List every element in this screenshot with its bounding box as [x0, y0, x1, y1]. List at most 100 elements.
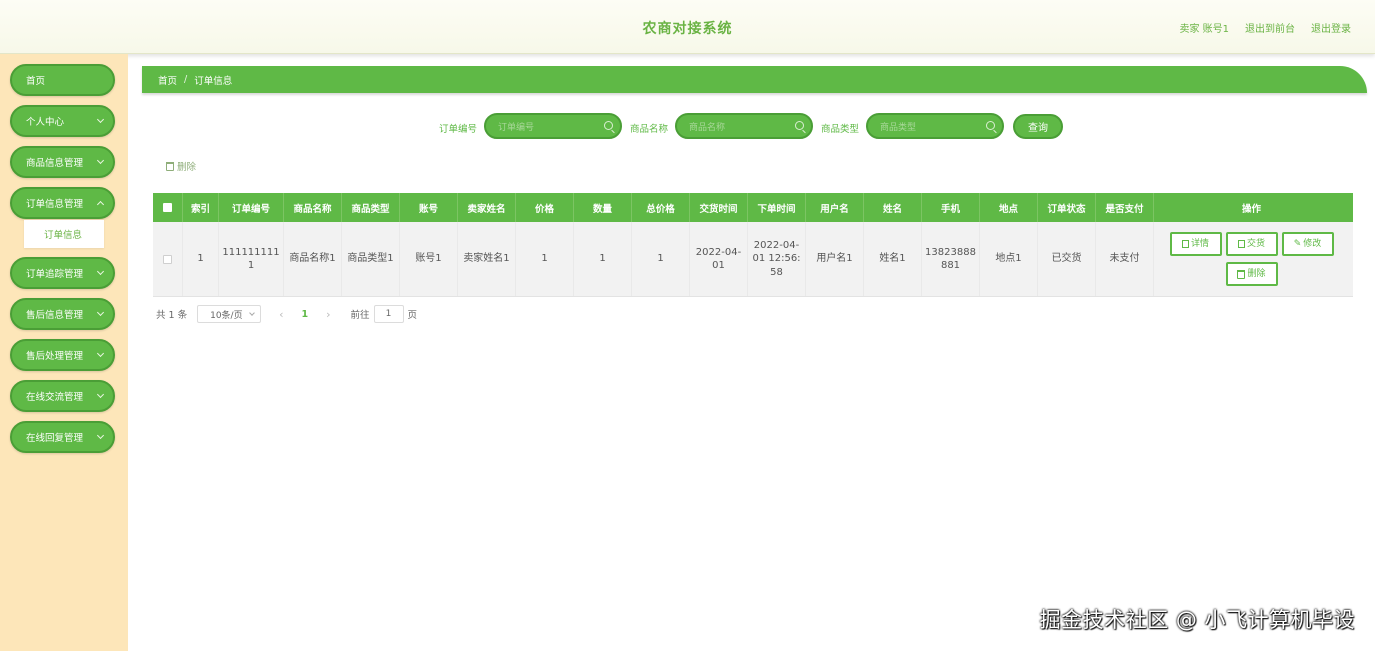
cell-order-time: 2022-04-01 12:56:58: [748, 222, 806, 296]
table-header: 交货时间: [690, 193, 748, 222]
sidebar-item-label: 售后处理管理: [26, 351, 84, 362]
sidebar-item-label: 在线回复管理: [26, 433, 84, 444]
cell-username: 用户名1: [806, 222, 864, 296]
cell-location: 地点1: [980, 222, 1038, 296]
sidebar: 首页 个人中心 商品信息管理 订单信息管理 订单信息 订单追踪管理 售后信息管理…: [0, 54, 128, 651]
page-size-value: 10条/页: [210, 310, 243, 321]
sidebar-item-online-reply[interactable]: 在线回复管理: [10, 421, 115, 453]
row-select-cell: [153, 222, 183, 296]
table-header: 价格: [516, 193, 574, 222]
trash-icon: [166, 161, 174, 171]
trash-icon: [1237, 269, 1246, 279]
table-header: 下单时间: [748, 193, 806, 222]
order-number-placeholder: 订单编号: [498, 122, 535, 133]
select-all-checkbox[interactable]: [163, 203, 172, 212]
goto-page-input[interactable]: 1: [373, 305, 404, 323]
sidebar-item-after-sales-info[interactable]: 售后信息管理: [10, 298, 115, 330]
table-header: 姓名: [864, 193, 922, 222]
cell-name: 姓名1: [864, 222, 922, 296]
row-checkbox[interactable]: [163, 254, 172, 264]
action-buttons: 详情 交货 ✎ 修改 删除: [1157, 232, 1346, 286]
order-number-input[interactable]: 订单编号: [484, 113, 622, 139]
page-size-select[interactable]: 10条/页: [197, 305, 262, 323]
sidebar-item-online-chat[interactable]: 在线交流管理: [10, 380, 115, 412]
chevron-down-icon: [96, 156, 105, 165]
chevron-down-icon: [249, 310, 255, 316]
cell-actions: 详情 交货 ✎ 修改 删除: [1154, 222, 1349, 296]
breadcrumb-current: 订单信息: [194, 75, 233, 87]
cell-index: 1: [183, 222, 219, 296]
cell-price: 1: [516, 222, 574, 296]
deliver-button[interactable]: 交货: [1225, 232, 1278, 256]
search-icon: [795, 121, 804, 130]
chevron-down-icon: [96, 308, 105, 317]
chevron-down-icon: [96, 267, 105, 276]
cell-account: 账号1: [400, 222, 458, 296]
product-type-placeholder: 商品类型: [880, 122, 917, 133]
delete-label: 删除: [1247, 268, 1266, 279]
product-name-placeholder: 商品名称: [689, 122, 726, 133]
table-header: 卖家姓名: [458, 193, 516, 222]
exit-to-frontend-link[interactable]: 退出到前台: [1245, 20, 1295, 35]
sidebar-item-label: 订单追踪管理: [26, 269, 84, 280]
pagination: 共 1 条 10条/页 ‹ 1 › 前往 1 页: [156, 305, 417, 323]
breadcrumb-separator: /: [184, 74, 188, 85]
table-header: 商品名称: [284, 193, 342, 222]
sidebar-item-order-tracking[interactable]: 订单追踪管理: [10, 257, 115, 289]
edit-icon: ✎: [1293, 238, 1302, 249]
chevron-down-icon: [96, 115, 105, 124]
chevron-down-icon: [96, 431, 105, 440]
page-number-current[interactable]: 1: [302, 309, 309, 320]
next-page-button[interactable]: ›: [326, 308, 330, 321]
sidebar-item-product-management[interactable]: 商品信息管理: [10, 146, 115, 178]
sidebar-item-home[interactable]: 首页: [10, 64, 115, 96]
table-header: 订单状态: [1038, 193, 1096, 222]
goto-prefix: 前往: [350, 310, 370, 321]
cell-product-name: 商品名称1: [284, 222, 342, 296]
sidebar-item-label: 在线交流管理: [26, 392, 84, 403]
current-user-link[interactable]: 卖家 账号1: [1179, 20, 1229, 35]
prev-page-button[interactable]: ‹: [279, 308, 283, 321]
sidebar-item-order-management[interactable]: 订单信息管理: [10, 187, 115, 219]
logout-link[interactable]: 退出登录: [1311, 20, 1351, 35]
product-name-input[interactable]: 商品名称: [675, 113, 813, 139]
watermark: 掘金技术社区 @ 小飞计算机毕设: [1039, 608, 1355, 632]
chevron-down-icon: [96, 349, 105, 358]
cell-phone: 13823888881: [922, 222, 980, 296]
table-header: 是否支付: [1096, 193, 1154, 222]
table-header: 订单编号: [219, 193, 284, 222]
edit-button[interactable]: ✎ 修改: [1281, 232, 1334, 256]
deliver-label: 交货: [1246, 238, 1265, 249]
detail-label: 详情: [1190, 238, 1209, 249]
document-icon: [1181, 240, 1189, 248]
table-header: 账号: [400, 193, 458, 222]
cell-order-number: 1111111111: [219, 222, 284, 296]
sidebar-item-label: 首页: [26, 76, 46, 87]
cell-seller-name: 卖家姓名1: [458, 222, 516, 296]
batch-delete-button[interactable]: 删除: [166, 159, 196, 173]
detail-button[interactable]: 详情: [1169, 232, 1222, 256]
cell-product-type: 商品类型1: [342, 222, 400, 296]
query-button[interactable]: 查询: [1013, 114, 1063, 139]
batch-delete-label: 删除: [177, 162, 197, 173]
table-header: 用户名: [806, 193, 864, 222]
sidebar-item-label: 售后信息管理: [26, 310, 84, 321]
cell-quantity: 1: [574, 222, 632, 296]
cell-total-price: 1: [632, 222, 690, 296]
table-row: 1 1111111111 商品名称1 商品类型1 账号1 卖家姓名1 1 1 1…: [153, 222, 1353, 297]
table-header: 商品类型: [342, 193, 400, 222]
document-icon: [1237, 240, 1245, 248]
breadcrumb-home[interactable]: 首页: [158, 73, 177, 87]
delete-button[interactable]: 删除: [1225, 262, 1278, 286]
table-header: 索引: [183, 193, 219, 222]
product-type-input[interactable]: 商品类型: [866, 113, 1004, 139]
table-header: 操作: [1241, 203, 1261, 215]
search-icon: [604, 121, 613, 130]
app-title: 农商对接系统: [642, 21, 733, 37]
table-header: 手机: [922, 193, 980, 222]
sidebar-item-personal-center[interactable]: 个人中心: [10, 105, 115, 137]
sidebar-subitem-order-info[interactable]: 订单信息: [24, 220, 104, 248]
sidebar-item-after-sales-handling[interactable]: 售后处理管理: [10, 339, 115, 371]
product-type-label: 商品类型: [821, 124, 860, 135]
top-header: 农商对接系统 卖家 账号1 退出到前台 退出登录: [0, 0, 1375, 54]
